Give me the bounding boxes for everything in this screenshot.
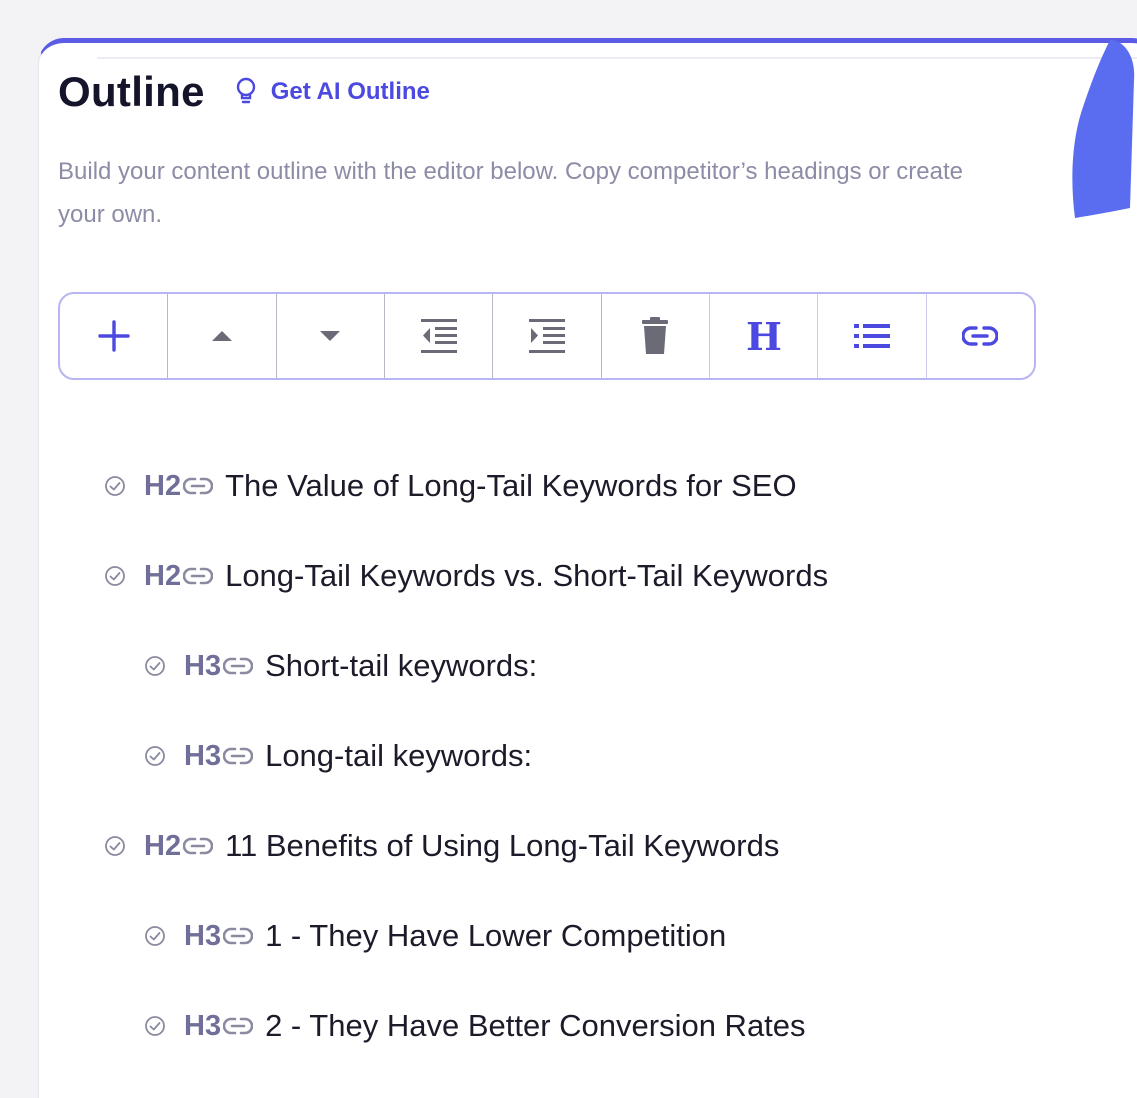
add-button[interactable] [60, 294, 169, 378]
list-item[interactable]: H3 Short-tail keywords: [144, 648, 537, 684]
heading-level-tag: H3 [184, 919, 222, 952]
delete-button[interactable] [602, 294, 710, 378]
heading-level-tag: H3 [184, 1009, 222, 1042]
page-title: Outline [58, 68, 205, 115]
outline-heading-text[interactable]: Long-Tail Keywords vs. Short-Tail Keywor… [225, 558, 828, 594]
lightbulb-icon [236, 77, 255, 104]
caret-up-icon [211, 331, 232, 341]
link-icon[interactable] [183, 477, 214, 495]
move-down-button[interactable] [277, 294, 385, 378]
list-item[interactable]: H3 1 - They Have Lower Competition [144, 918, 726, 954]
get-ai-outline-link[interactable]: Get AI Outline [233, 77, 430, 107]
trash-icon [642, 317, 669, 354]
link-icon[interactable] [223, 747, 254, 765]
heading-button[interactable]: H [710, 294, 819, 378]
check-circle-icon[interactable] [144, 1015, 166, 1037]
link-icon[interactable] [183, 837, 214, 855]
heading-level-tag: H2 [144, 829, 182, 862]
link-icon [962, 326, 999, 346]
check-circle-icon[interactable] [144, 655, 166, 677]
heading-icon: H [746, 318, 782, 354]
outdent-button[interactable] [385, 294, 494, 378]
check-circle-icon[interactable] [104, 475, 126, 497]
heading-level-tag: H3 [184, 739, 222, 772]
link-icon[interactable] [223, 1017, 254, 1035]
check-circle-icon[interactable] [104, 835, 126, 857]
indent-button[interactable] [493, 294, 602, 378]
list-item[interactable]: H2 The Value of Long-Tail Keywords for S… [104, 468, 797, 504]
link-icon[interactable] [223, 927, 254, 945]
indent-icon [528, 319, 565, 353]
heading-level-tag: H3 [184, 649, 222, 682]
outline-heading-text[interactable]: 1 - They Have Lower Competition [265, 918, 726, 954]
list-item[interactable]: H3 Long-tail keywords: [144, 738, 532, 774]
outline-heading-text[interactable]: 11 Benefits of Using Long-Tail Keywords [225, 828, 779, 864]
heading-level-tag: H2 [144, 469, 182, 502]
svg-text:H: H [746, 318, 782, 354]
move-up-button[interactable] [168, 294, 277, 378]
outline-heading-text[interactable]: 2 - They Have Better Conversion Rates [265, 1008, 805, 1044]
caret-down-icon [320, 331, 341, 341]
plus-icon [97, 320, 130, 352]
outline-heading-text[interactable]: Long-tail keywords: [265, 738, 532, 774]
link-icon[interactable] [183, 567, 214, 585]
get-ai-outline-label: Get AI Outline [270, 78, 430, 105]
list-button[interactable] [818, 294, 927, 378]
divider [97, 57, 1137, 59]
check-circle-icon[interactable] [144, 925, 166, 947]
outdent-icon [420, 319, 457, 353]
outline-toolbar: H [58, 292, 1036, 380]
list-item[interactable]: H2 11 Benefits of Using Long-Tail Keywor… [104, 828, 779, 864]
link-button[interactable] [927, 294, 1034, 378]
list-icon [853, 324, 890, 348]
outline-heading-text[interactable]: The Value of Long-Tail Keywords for SEO [225, 468, 797, 504]
outline-heading-text[interactable]: Short-tail keywords: [265, 648, 537, 684]
link-icon[interactable] [223, 657, 254, 675]
check-circle-icon[interactable] [144, 745, 166, 767]
outline-description: Build your content outline with the edit… [58, 158, 963, 228]
list-item[interactable]: H2 Long-Tail Keywords vs. Short-Tail Key… [104, 558, 828, 594]
decorative-blob [1072, 40, 1135, 218]
list-item[interactable]: H3 2 - They Have Better Conversion Rates [144, 1008, 806, 1044]
check-circle-icon[interactable] [104, 565, 126, 587]
heading-level-tag: H2 [144, 559, 182, 592]
